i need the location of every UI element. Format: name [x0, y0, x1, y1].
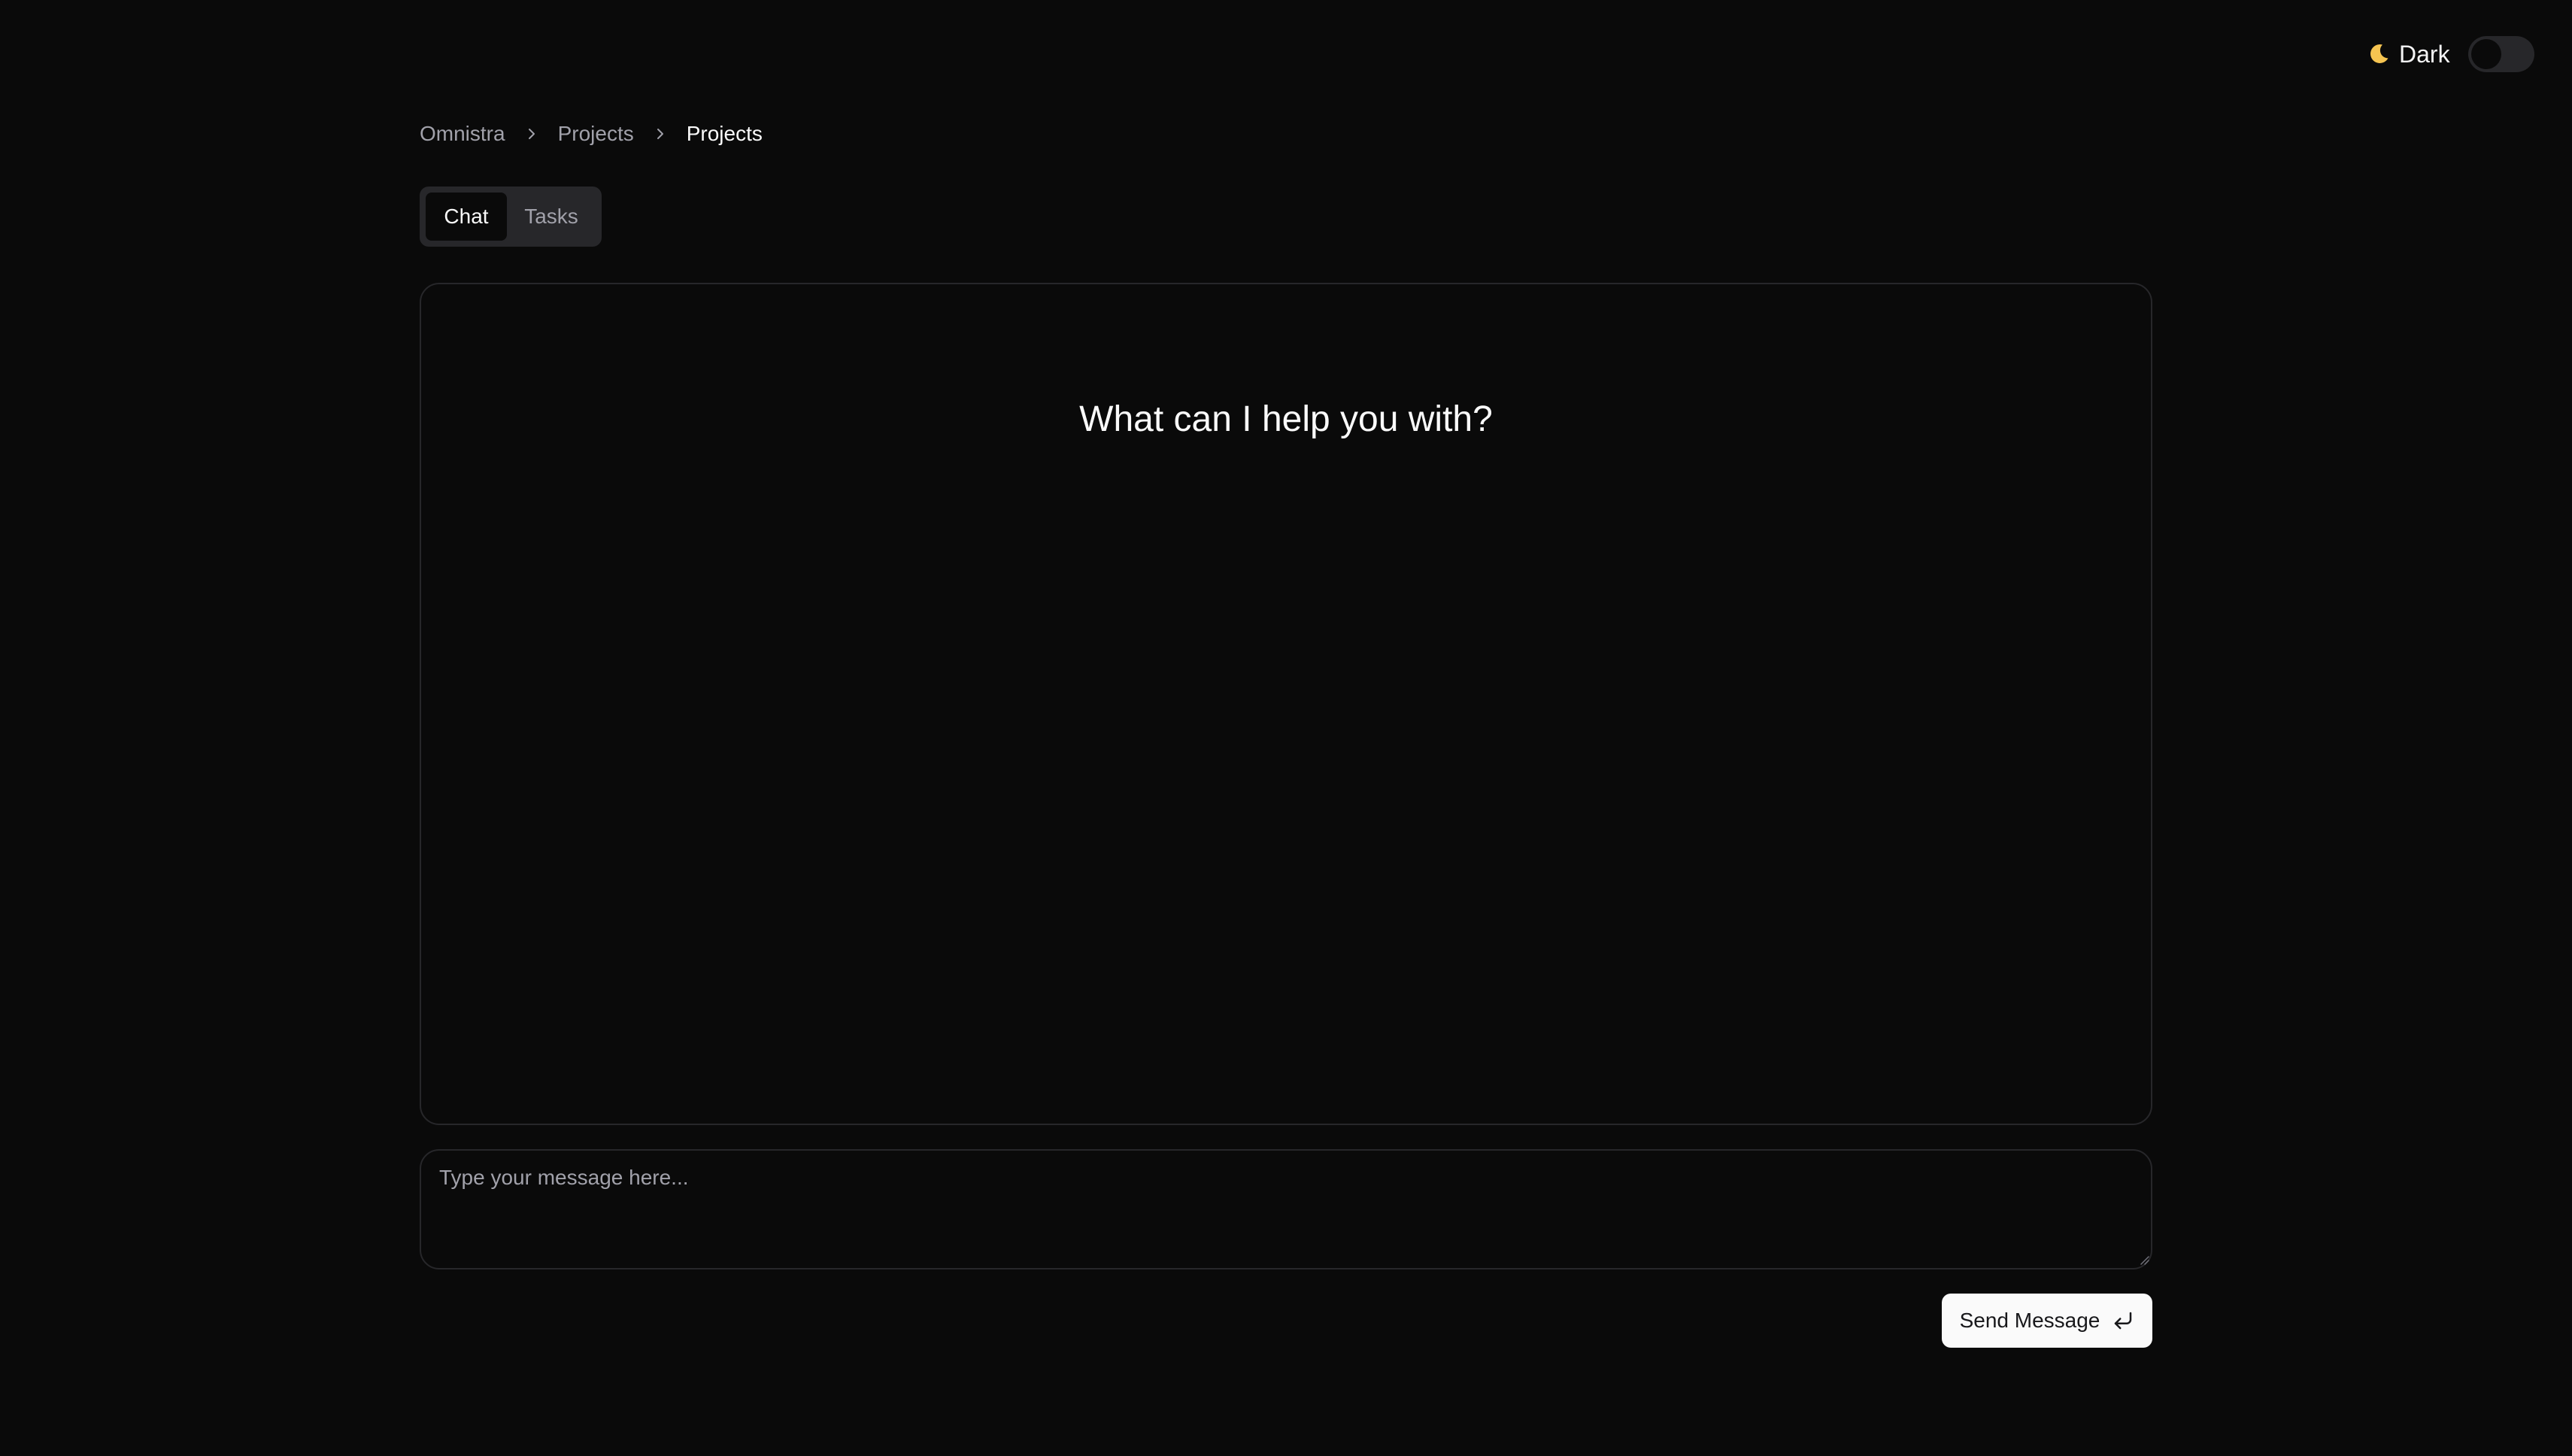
send-message-button[interactable]: Send Message [1942, 1294, 2152, 1348]
tab-chat[interactable]: Chat [426, 193, 507, 241]
breadcrumb-item-omnistra[interactable]: Omnistra [420, 119, 505, 149]
breadcrumb-item-projects[interactable]: Projects [558, 119, 634, 149]
chevron-right-icon [653, 126, 668, 141]
theme-label: Dark [2399, 41, 2450, 68]
view-tabs: Chat Tasks [420, 187, 602, 247]
message-input[interactable] [420, 1149, 2152, 1269]
resize-grip-icon[interactable] [2137, 1253, 2149, 1265]
breadcrumb-current-page: Projects [686, 122, 763, 145]
theme-toggle-area: Dark [2366, 36, 2534, 72]
enter-icon [2112, 1309, 2134, 1332]
breadcrumb: Omnistra Projects Projects [420, 119, 763, 149]
switch-knob [2470, 39, 2501, 69]
chevron-right-icon [524, 126, 539, 141]
chat-heading: What can I help you with? [1079, 399, 1493, 439]
chat-panel: What can I help you with? [420, 283, 2152, 1125]
moon-icon [2366, 41, 2392, 67]
tab-tasks[interactable]: Tasks [507, 193, 596, 241]
send-button-label: Send Message [1959, 1309, 2100, 1332]
dark-mode-switch[interactable] [2467, 36, 2534, 72]
